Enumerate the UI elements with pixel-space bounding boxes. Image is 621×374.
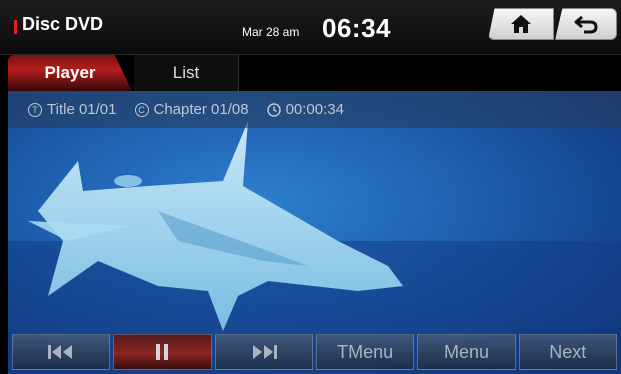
chapter-icon: C xyxy=(134,102,149,117)
source-accent-mark xyxy=(14,20,17,34)
menu-button[interactable]: Menu xyxy=(417,334,516,370)
tmenu-button[interactable]: TMenu xyxy=(315,334,415,370)
elapsed-time: 00:00:34 xyxy=(285,101,344,118)
skip-next-icon xyxy=(252,345,277,359)
video-frame-shark-image xyxy=(8,121,621,374)
playback-info-bar: T Title 01/01 C Chapter 01/08 00:00:34 xyxy=(8,91,621,128)
video-playback-area[interactable] xyxy=(8,91,621,374)
title-icon: T xyxy=(28,102,42,117)
tab-bar: Player List xyxy=(0,55,621,91)
dvd-player-screen: Disc DVD Mar 28 am 06:34 Player List T T… xyxy=(0,0,621,374)
next-button[interactable]: Next xyxy=(518,334,617,370)
back-button[interactable] xyxy=(555,8,617,40)
title-info: T Title 01/01 xyxy=(28,101,117,118)
status-bar: Disc DVD Mar 28 am 06:34 xyxy=(0,0,621,55)
clock-time: 06:34 xyxy=(322,13,391,43)
home-button[interactable] xyxy=(488,8,554,40)
tab-player[interactable]: Player xyxy=(8,55,132,91)
home-icon xyxy=(511,15,531,33)
pause-icon xyxy=(156,344,169,360)
chapter-info: C Chapter 01/08 xyxy=(134,101,249,118)
title-counter: Title 01/01 xyxy=(47,101,117,118)
tab-list[interactable]: List xyxy=(134,55,239,91)
skip-previous-icon xyxy=(48,345,73,359)
previous-button[interactable] xyxy=(12,334,111,370)
source-title: Disc DVD xyxy=(22,14,104,34)
pause-button[interactable] xyxy=(113,334,212,370)
date-label: Mar 28 am xyxy=(242,25,300,39)
back-arrow-icon xyxy=(574,15,598,34)
next-track-button[interactable] xyxy=(214,334,313,370)
playback-controls: TMenu Menu Next xyxy=(12,334,617,372)
chapter-counter: Chapter 01/08 xyxy=(153,101,249,118)
clock-icon xyxy=(266,102,281,117)
elapsed-info: 00:00:34 xyxy=(266,101,344,118)
